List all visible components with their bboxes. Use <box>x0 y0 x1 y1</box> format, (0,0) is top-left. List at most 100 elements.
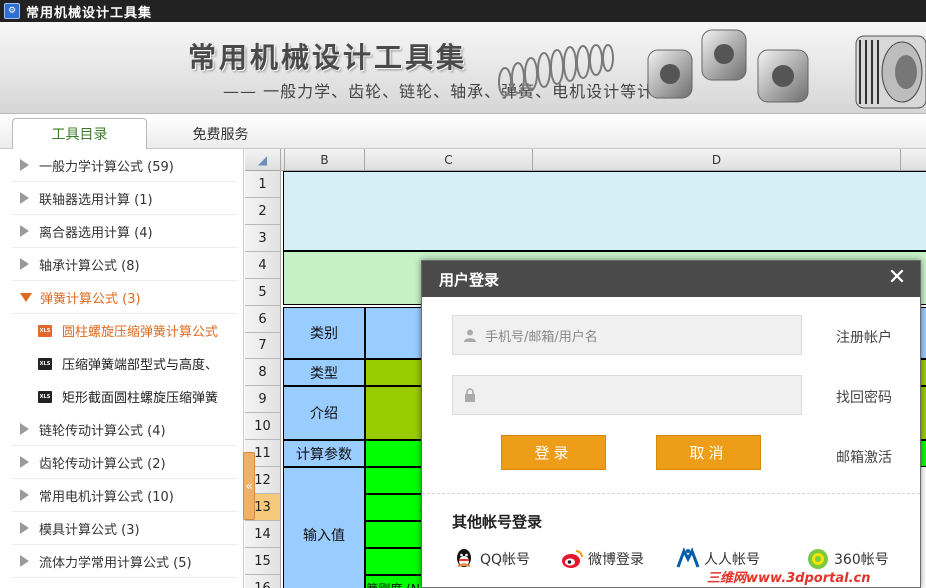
weibo-login[interactable]: 微博登录 <box>560 547 644 571</box>
user-icon <box>464 329 476 342</box>
input-label-cell[interactable]: 输入值 <box>283 467 365 588</box>
username-placeholder: 手机号/邮箱/用户名 <box>485 329 598 345</box>
sidebar-item-label: 齿轮传动计算公式 (2) <box>39 456 166 472</box>
row-header[interactable]: 7 <box>245 333 281 359</box>
qq-login[interactable]: QQ帐号 <box>452 547 530 571</box>
app-icon: ⚙ <box>4 3 20 19</box>
lock-icon <box>465 388 475 402</box>
coupling-illustration <box>647 29 809 103</box>
expand-arrow-icon <box>20 456 29 468</box>
row-header[interactable]: 6 <box>245 306 281 333</box>
renren-icon <box>676 547 700 568</box>
sidebar-item-bearing[interactable]: 轴承计算公式 (8) <box>12 248 237 281</box>
intro-label-cell[interactable]: 介绍 <box>283 386 365 440</box>
sidebar-subitem-spring-end[interactable]: XLS 压缩弹簧端部型式与高度、 <box>0 347 243 380</box>
expand-arrow-icon <box>20 489 29 501</box>
sidebar-item-label: 常用电机计算公式 (10) <box>39 489 174 505</box>
register-link[interactable]: 注册帐户 <box>836 327 892 347</box>
expand-arrow-icon <box>20 192 29 204</box>
row-header[interactable]: 14 <box>245 521 281 548</box>
login-dialog-title: 用户登录 <box>439 270 500 289</box>
row-header[interactable]: 8 <box>245 359 281 386</box>
password-field[interactable] <box>452 375 802 415</box>
row-header[interactable]: 3 <box>245 225 281 252</box>
sidebar-item-mechanics[interactable]: 一般力学计算公式 (59) <box>12 149 237 182</box>
other-login-title: 其他帐号登录 <box>452 513 543 531</box>
category-label-cell[interactable]: 类别 <box>283 307 365 359</box>
banner-title: 常用机械设计工具集 <box>188 41 468 74</box>
expand-arrow-icon <box>20 159 29 171</box>
sidebar-item-clutch[interactable]: 离合器选用计算 (4) <box>12 215 237 248</box>
qq-icon <box>457 549 471 567</box>
column-header-b[interactable]: B <box>285 149 365 171</box>
expand-arrow-icon <box>20 555 29 567</box>
sidebar-item-label: 联轴器选用计算 (1) <box>39 192 153 208</box>
sidebar-item-label: 模具计算公式 (3) <box>39 522 140 538</box>
tool-catalog-sidebar: 一般力学计算公式 (59) 联轴器选用计算 (1) 离合器选用计算 (4) 轴承… <box>0 149 244 588</box>
expand-arrow-icon <box>20 258 29 270</box>
login-dialog-header: 用户登录 ✕ <box>422 261 920 297</box>
cancel-button[interactable]: 取消 <box>656 435 761 470</box>
weibo-icon <box>562 550 583 568</box>
xls-icon: XLS <box>38 357 52 370</box>
login-button[interactable]: 登录 <box>501 435 606 470</box>
window-title-bar: ⚙ 常用机械设计工具集 <box>0 0 926 22</box>
sidebar-item-label: 流体力学常用计算公式 (5) <box>39 555 192 571</box>
tab-tool-catalog[interactable]: 工具目录 <box>12 118 147 150</box>
forgot-password-link[interactable]: 找回密码 <box>836 387 892 407</box>
close-icon[interactable]: ✕ <box>886 267 908 289</box>
row-header[interactable]: 10 <box>245 413 281 440</box>
window-title: 常用机械设计工具集 <box>26 5 153 21</box>
site-watermark: 三维网www.3dportal.cn <box>707 571 871 586</box>
sidebar-item-chain[interactable]: 链轮传动计算公式 (4) <box>12 413 237 446</box>
column-header-d[interactable]: D <box>533 149 901 171</box>
sidebar-item-label: 轴承计算公式 (8) <box>39 258 140 274</box>
username-field[interactable]: 手机号/邮箱/用户名 <box>452 315 802 355</box>
app-banner: 常用机械设计工具集 —— 一般力学、齿轮、链轮、轴承、弹簧、电机设计等计算 <box>0 22 926 114</box>
sidebar-item-mold[interactable]: 模具计算公式 (3) <box>12 512 237 545</box>
sidebar-item-coupling[interactable]: 联轴器选用计算 (1) <box>12 182 237 215</box>
bearing-illustration <box>855 35 926 109</box>
xls-icon: XLS <box>38 390 52 403</box>
qq-login-label: QQ帐号 <box>480 552 531 568</box>
sidebar-item-label: 弹簧计算公式 (3) <box>40 291 141 307</box>
login-dialog: 用户登录 ✕ 手机号/邮箱/用户名 注册帐户 找回密码 邮箱激活 登录 取消 其… <box>421 260 921 588</box>
sidebar-item-spring[interactable]: 弹簧计算公式 (3) <box>12 281 237 314</box>
sidebar-item-label: 一般力学计算公式 (59) <box>39 159 174 175</box>
sidebar-item-label: 离合器选用计算 (4) <box>39 225 153 241</box>
calc-params-label-cell[interactable]: 计算参数 <box>283 440 365 467</box>
row-header[interactable]: 15 <box>245 548 281 575</box>
sheet-title-cell[interactable] <box>283 171 926 251</box>
sidebar-item-motor[interactable]: 常用电机计算公式 (10) <box>12 479 237 512</box>
row-header[interactable]: 9 <box>245 386 281 413</box>
sidebar-subitem-label: 圆柱螺旋压缩弹簧计算公式 <box>62 325 219 340</box>
weibo-login-label: 微博登录 <box>588 552 644 568</box>
tab-bar: 工具目录 免费服务 <box>0 114 926 150</box>
column-header-c[interactable]: C <box>365 149 533 171</box>
expand-arrow-icon <box>20 423 29 435</box>
row-header[interactable]: 4 <box>245 252 281 279</box>
sidebar-subitem-rect-spring[interactable]: XLS 矩形截面圆柱螺旋压缩弹簧 <box>0 380 243 413</box>
row-header[interactable]: 1 <box>245 171 281 198</box>
expand-arrow-icon <box>20 522 29 534</box>
sidebar-item-label: 链轮传动计算公式 (4) <box>39 423 166 439</box>
sidebar-item-fluid[interactable]: 流体力学常用计算公式 (5) <box>12 545 237 578</box>
sidebar-collapse-handle[interactable]: « <box>243 452 255 520</box>
column-header-e[interactable] <box>901 149 926 171</box>
row-header[interactable]: 5 <box>245 279 281 306</box>
row-header[interactable]: 2 <box>245 198 281 225</box>
email-activate-link[interactable]: 邮箱激活 <box>836 447 892 467</box>
row-header[interactable]: 16 <box>245 575 281 588</box>
collapse-arrow-icon <box>20 292 32 302</box>
select-all-corner[interactable]: ◢ <box>245 149 281 171</box>
type-label-cell[interactable]: 类型 <box>283 359 365 386</box>
tab-free-service[interactable]: 免费服务 <box>153 118 288 150</box>
sidebar-subitem-label: 矩形截面圆柱螺旋压缩弹簧 <box>62 391 219 406</box>
expand-arrow-icon <box>20 225 29 237</box>
spring-illustration <box>498 44 614 97</box>
sidebar-subitem-cylindrical-spring[interactable]: XLS 圆柱螺旋压缩弹簧计算公式 <box>0 314 243 347</box>
sidebar-subitem-label: 压缩弹簧端部型式与高度、 <box>62 358 219 373</box>
divider <box>422 493 920 494</box>
sidebar-item-gear[interactable]: 齿轮传动计算公式 (2) <box>12 446 237 479</box>
xls-icon: XLS <box>38 324 52 337</box>
